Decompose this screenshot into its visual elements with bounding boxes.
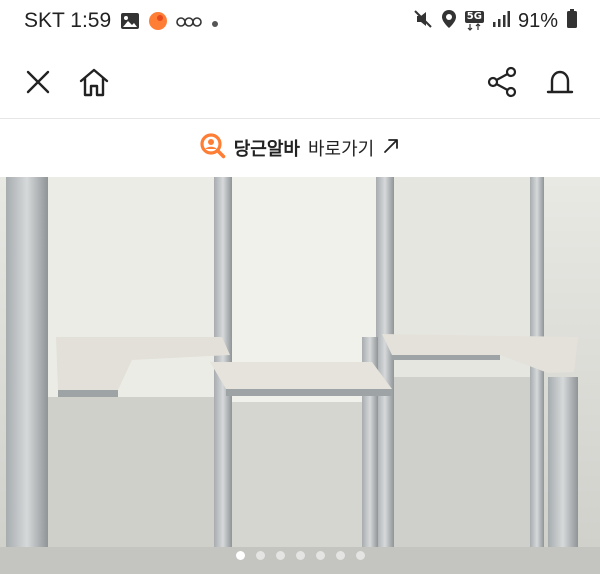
product-photo-image (0, 177, 600, 574)
siren-icon (546, 70, 574, 94)
home-icon (79, 68, 109, 97)
gallery-icon (120, 12, 140, 34)
share-button[interactable] (482, 62, 522, 102)
status-time: SKT 1:59 (24, 9, 112, 32)
daangn-alba-banner[interactable]: 당근알바 바로가기 (0, 118, 600, 177)
daangn-alba-search-icon (200, 133, 226, 163)
5g-icon: 5G (464, 11, 484, 31)
status-notification-icons (120, 12, 220, 34)
signal-icon (492, 10, 510, 32)
product-photo[interactable] (0, 177, 600, 574)
app-bar (0, 46, 600, 118)
battery-percent: 91% (517, 9, 558, 32)
page-dot-3 (275, 551, 285, 560)
share-icon (487, 66, 517, 98)
report-button[interactable] (540, 62, 580, 102)
voicemail-icon (176, 14, 202, 33)
page-dot-4 (295, 551, 305, 560)
arrow-up-right-icon (382, 137, 400, 159)
mute-icon (413, 9, 433, 33)
close-icon (26, 70, 50, 94)
location-icon (441, 9, 457, 33)
battery-icon (566, 9, 578, 33)
home-button[interactable] (74, 62, 114, 102)
banner-link-text: 바로가기 (308, 139, 375, 160)
page-dot-5 (315, 551, 325, 560)
page-dot-1 (235, 551, 245, 560)
status-bar: SKT 1:59 5G 91% (0, 0, 600, 46)
image-page-indicator (0, 551, 600, 560)
close-button[interactable] (18, 62, 58, 102)
page-dot-2 (255, 551, 265, 560)
page-dot-6 (335, 551, 345, 560)
page-dot-7 (355, 551, 365, 560)
more-dot-icon (210, 14, 220, 33)
banner-brand: 당근알바 (233, 139, 300, 160)
status-system-icons: 5G 91% (413, 9, 578, 33)
daangn-notification-icon (148, 11, 168, 35)
